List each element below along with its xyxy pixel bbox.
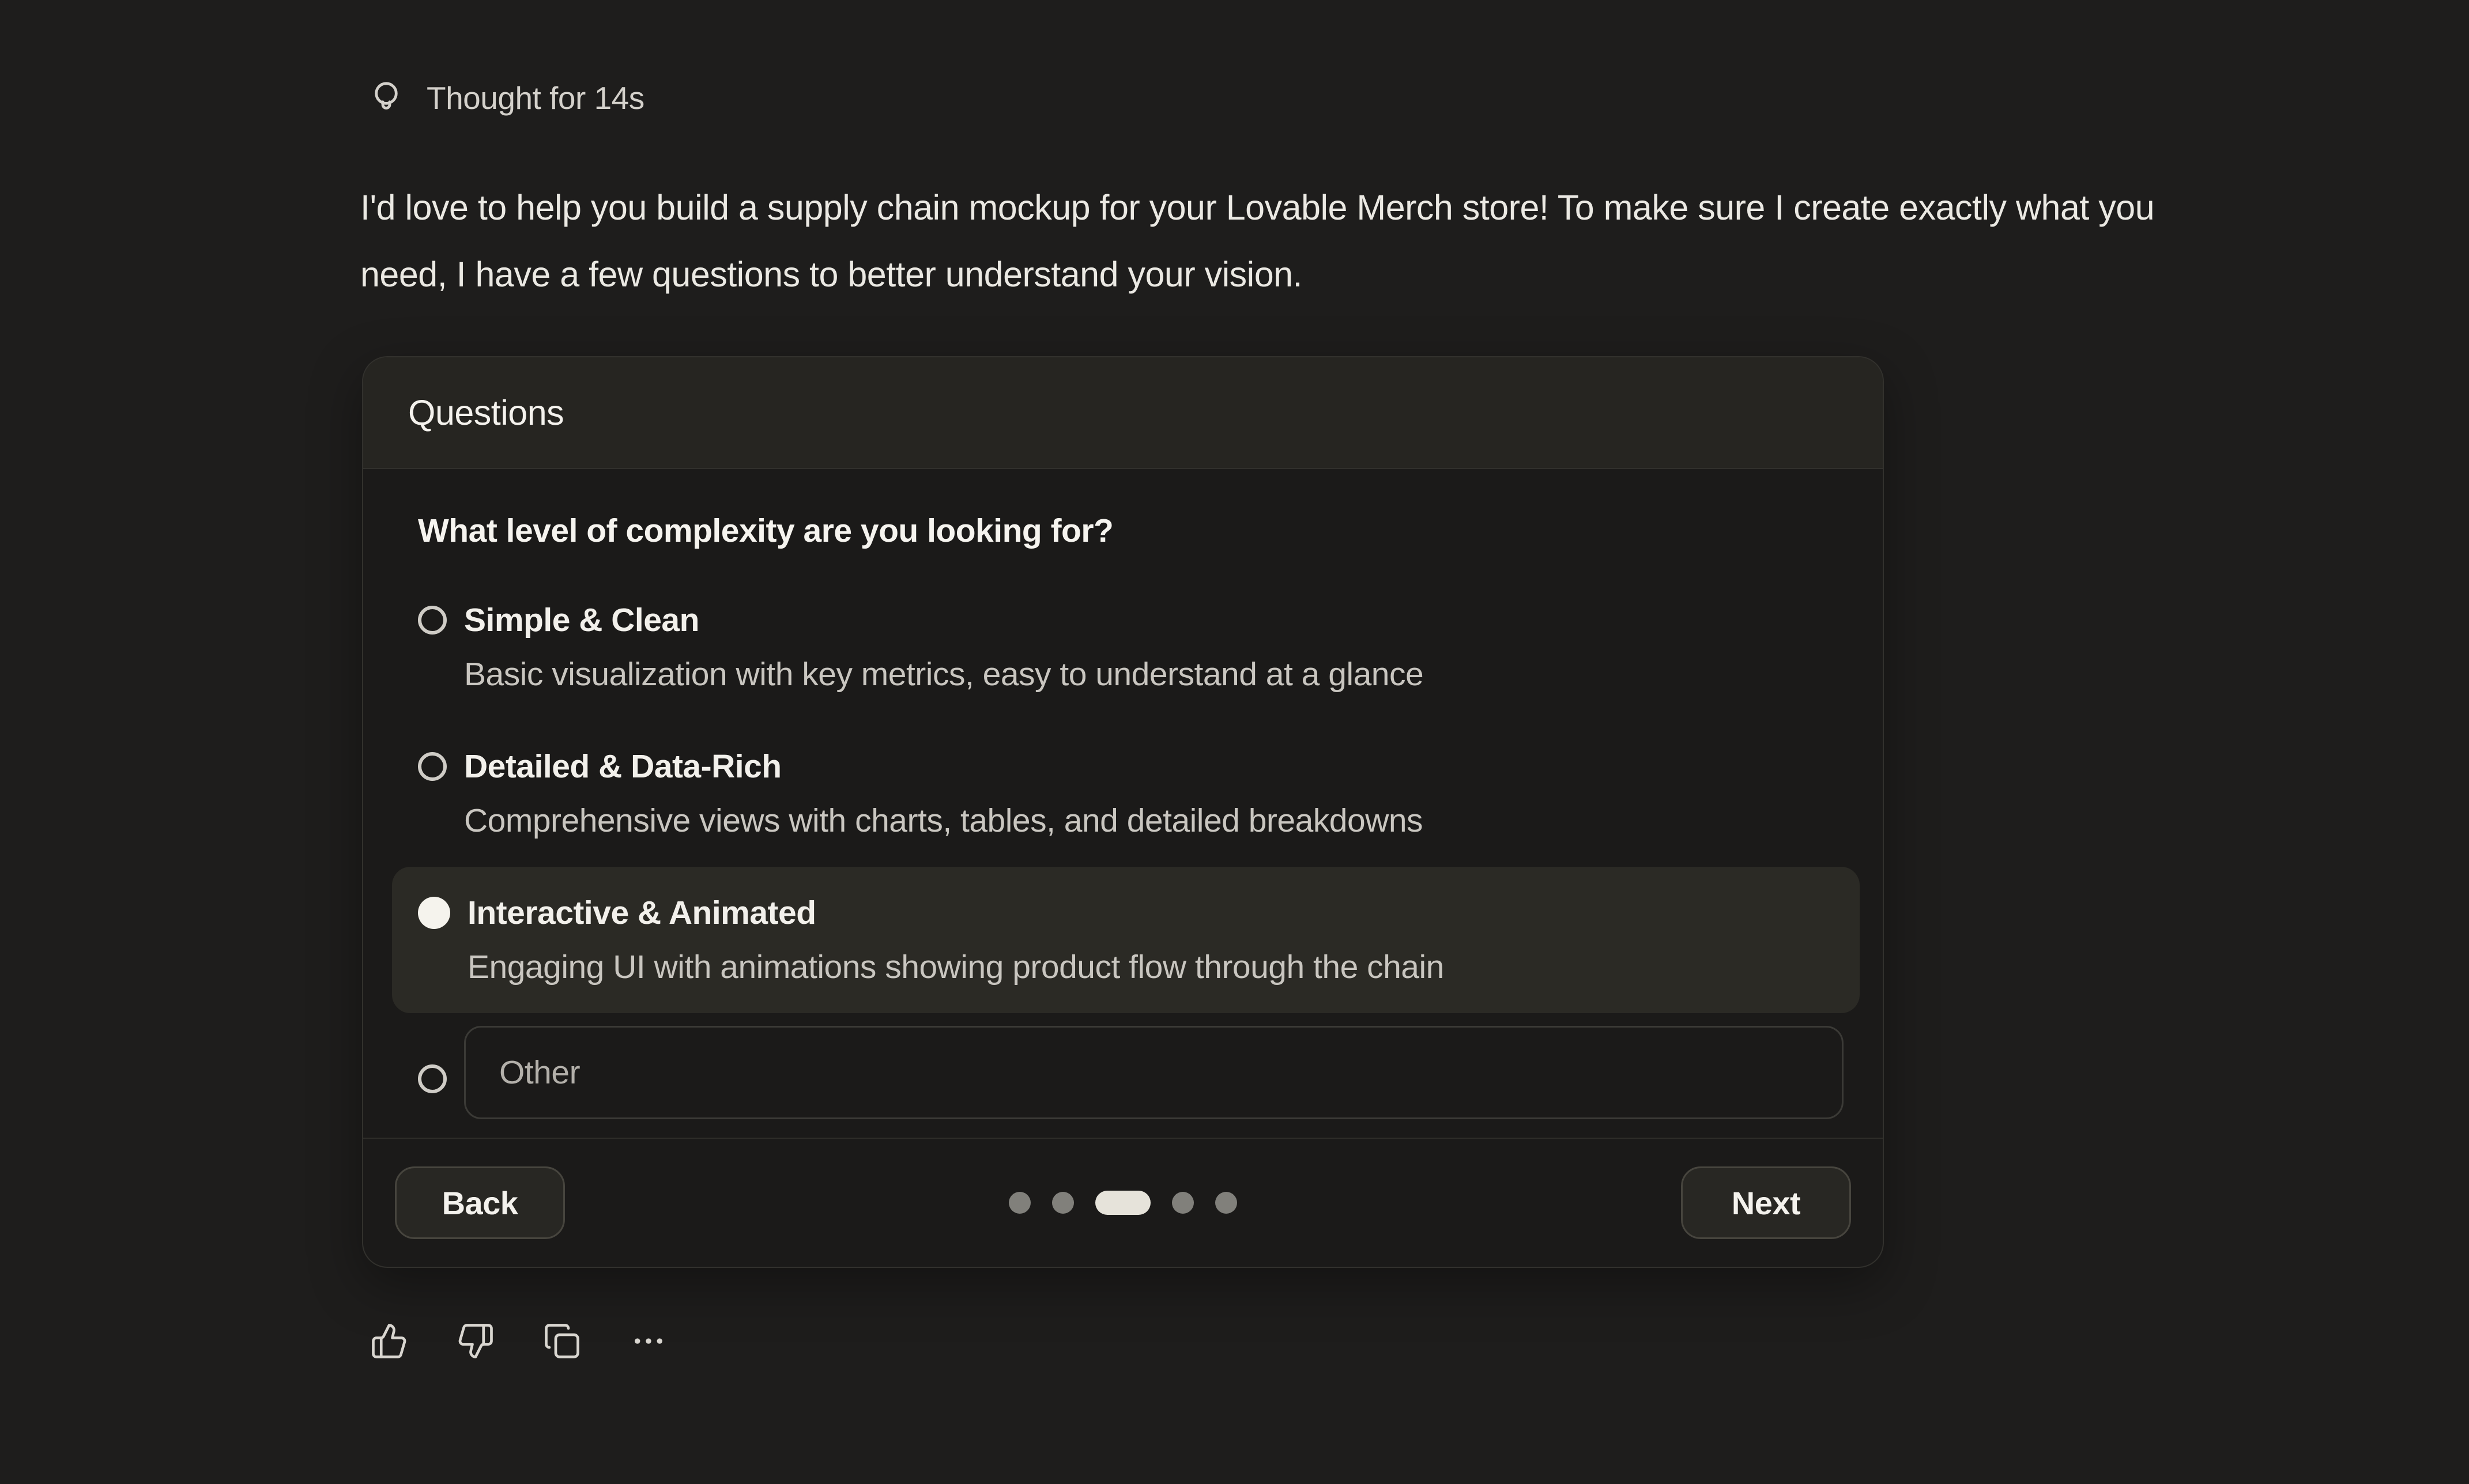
thumbs-up-button[interactable] <box>370 1321 410 1361</box>
questions-card-footer: Back Next <box>363 1138 1883 1267</box>
thought-label: Thought for 14s <box>427 80 644 116</box>
options-list: Simple & Clean Basic visualization with … <box>392 574 1860 1132</box>
next-button[interactable]: Next <box>1681 1166 1851 1239</box>
option-description: Basic visualization with key metrics, ea… <box>464 647 1423 701</box>
option-description: Comprehensive views with charts, tables,… <box>464 794 1423 848</box>
page-dot-1 <box>1009 1192 1031 1214</box>
page-dot-5 <box>1215 1192 1237 1214</box>
option-other[interactable] <box>392 1013 1860 1132</box>
copy-button[interactable] <box>543 1321 583 1361</box>
other-option-input[interactable] <box>464 1026 1844 1119</box>
page-dot-4 <box>1172 1192 1194 1214</box>
option-label: Simple & Clean <box>464 593 1423 647</box>
more-options-icon <box>629 1322 668 1360</box>
radio-selected-icon[interactable] <box>418 897 450 929</box>
radio-unselected-icon[interactable] <box>418 1064 447 1093</box>
option-description: Engaging UI with animations showing prod… <box>468 940 1444 994</box>
card-title: Questions <box>408 392 564 433</box>
option-interactive-animated-selected[interactable]: Interactive & Animated Engaging UI with … <box>392 867 1860 1013</box>
thought-summary[interactable]: Thought for 14s <box>367 78 644 118</box>
assistant-message-text: I'd love to help you build a supply chai… <box>360 174 2240 308</box>
question-text: What level of complexity are you looking… <box>418 512 1860 550</box>
page-dot-3-active <box>1095 1191 1151 1215</box>
back-button[interactable]: Back <box>395 1166 565 1239</box>
more-options-button[interactable] <box>629 1321 670 1361</box>
option-text: Simple & Clean Basic visualization with … <box>464 593 1423 701</box>
option-detailed-data-rich[interactable]: Detailed & Data-Rich Comprehensive views… <box>392 720 1860 867</box>
message-actions <box>370 1321 670 1361</box>
pagination-dots <box>1009 1191 1237 1215</box>
option-label: Interactive & Animated <box>468 886 1444 940</box>
option-text: Detailed & Data-Rich Comprehensive views… <box>464 739 1423 848</box>
questions-card-body: What level of complexity are you looking… <box>363 469 1883 1132</box>
questions-card-header: Questions <box>363 357 1883 469</box>
copy-icon <box>543 1322 581 1360</box>
option-text: Interactive & Animated Engaging UI with … <box>468 886 1444 994</box>
lightbulb-icon <box>367 78 406 118</box>
thumbs-down-icon <box>457 1322 495 1360</box>
radio-unselected-icon[interactable] <box>418 752 447 781</box>
thumbs-down-button[interactable] <box>457 1321 497 1361</box>
questions-card: Questions What level of complexity are y… <box>362 356 1884 1268</box>
option-simple-clean[interactable]: Simple & Clean Basic visualization with … <box>392 574 1860 720</box>
page-dot-2 <box>1052 1192 1074 1214</box>
radio-unselected-icon[interactable] <box>418 606 447 635</box>
thumbs-up-icon <box>370 1322 408 1360</box>
option-label: Detailed & Data-Rich <box>464 739 1423 794</box>
